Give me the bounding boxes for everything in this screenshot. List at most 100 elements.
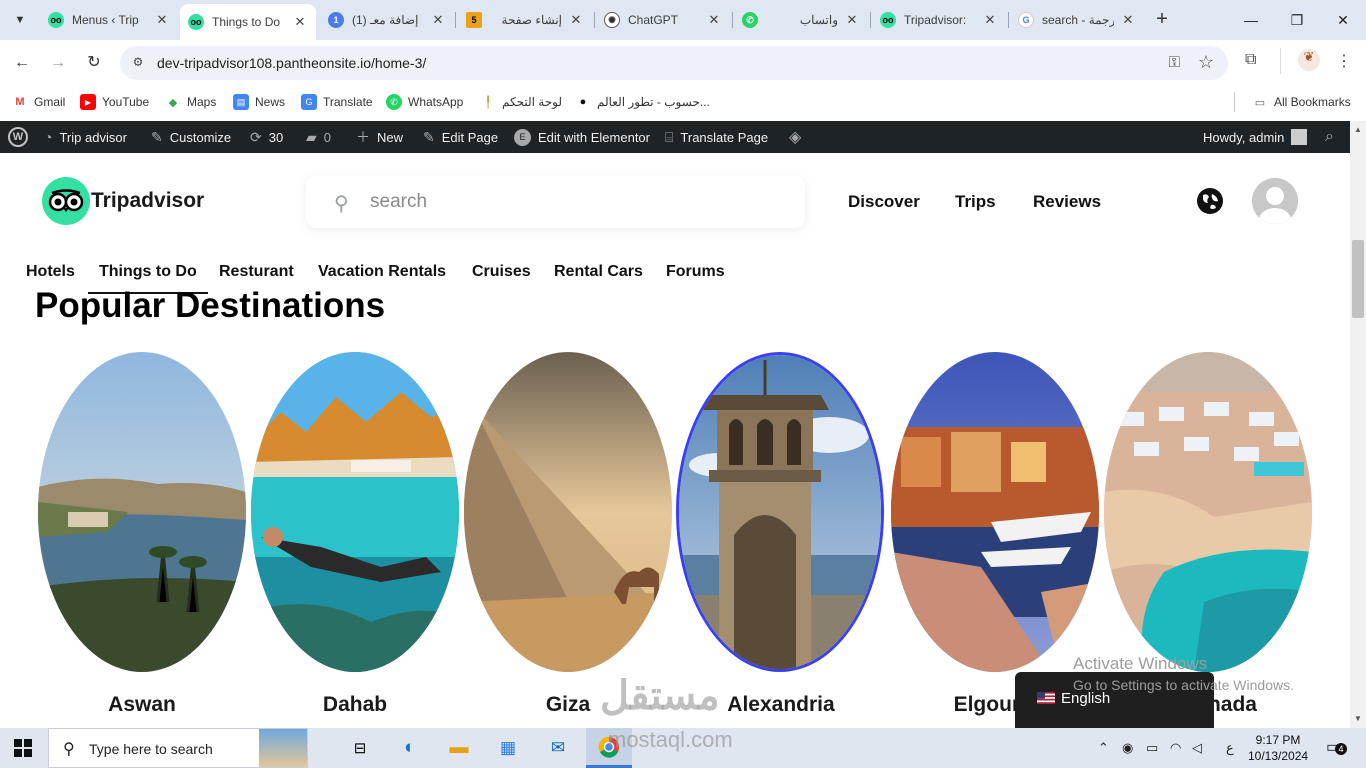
subnav-things-to-do[interactable]: Things to Do	[99, 263, 197, 281]
bookmark-translate[interactable]: G Translate	[301, 94, 373, 110]
tab-separator	[732, 12, 733, 28]
close-icon[interactable]: ✕	[706, 12, 722, 28]
bookmark-hsoub[interactable]: ● حسوب - تطور العالم...	[575, 94, 710, 110]
extensions-icon[interactable]: ⧉	[1245, 51, 1256, 69]
tab-notification[interactable]: 1 (1) إضافة معـ ✕	[320, 6, 454, 34]
tripadvisor-owl-icon[interactable]	[42, 177, 90, 225]
menu-kebab-icon[interactable]: ⋮	[1336, 51, 1352, 71]
tab-separator	[870, 12, 871, 28]
url-text[interactable]: dev-tripadvisor108.pantheonsite.io/home-…	[157, 55, 426, 71]
store-icon[interactable]: ▦	[496, 736, 520, 760]
file-explorer-icon[interactable]: ▬	[447, 736, 471, 760]
admin-search-icon[interactable]: ⌕	[1325, 121, 1341, 153]
tray-chevron-icon[interactable]: ⌃	[1098, 740, 1109, 756]
admin-account[interactable]: Howdy, admin	[1203, 121, 1308, 153]
tab-things-to-do[interactable]: oo Things to Do ✕	[180, 4, 316, 40]
page-scrollbar[interactable]	[1350, 121, 1366, 728]
tab-title: واتساب	[799, 13, 838, 27]
user-avatar[interactable]	[1252, 178, 1298, 224]
admin-new[interactable]: ＋ New	[356, 121, 403, 153]
admin-translate[interactable]: ⌸ Translate Page	[665, 121, 768, 153]
gmail-icon: M	[15, 96, 25, 108]
wifi-icon[interactable]: ◠	[1170, 740, 1181, 756]
destination-image-giza[interactable]	[464, 352, 672, 672]
site-logo-text[interactable]: Tripadvisor	[91, 189, 204, 213]
destination-image-alexandria[interactable]	[676, 352, 884, 672]
bookmark-dashboard[interactable]: ╿ لوحة التحكم	[480, 94, 562, 110]
restore-button[interactable]: ❐	[1274, 0, 1320, 40]
subnav-vacation-rentals[interactable]: Vacation Rentals	[318, 263, 446, 281]
nav-trips[interactable]: Trips	[955, 192, 996, 212]
search-input[interactable]	[370, 188, 770, 216]
mail-icon[interactable]: ✉	[546, 736, 570, 760]
admin-comments[interactable]: ▰ 0	[306, 121, 331, 153]
address-bar[interactable]: ⚙ dev-tripadvisor108.pantheonsite.io/hom…	[120, 46, 1228, 80]
tab-google-translate[interactable]: G search - ترجمة ✕	[1010, 6, 1144, 34]
bookmark-news[interactable]: ▤ News	[233, 94, 285, 110]
close-icon[interactable]: ✕	[292, 14, 308, 30]
nav-discover[interactable]: Discover	[848, 192, 920, 212]
key-icon[interactable]: ⚿	[1169, 54, 1180, 71]
admin-updates[interactable]: ⟳ 30	[250, 121, 283, 153]
taskbar-clock[interactable]: 9:17 PM 10/13/2024	[1248, 732, 1308, 764]
back-button[interactable]: ←	[10, 51, 34, 75]
tray-meet-icon[interactable]: ◉	[1122, 740, 1133, 756]
destination-image-dahab[interactable]	[251, 352, 459, 672]
admin-diamond-icon[interactable]: ◈	[789, 121, 808, 153]
subnav-forums[interactable]: Forums	[666, 263, 725, 281]
bookmark-whatsapp[interactable]: ✆ WhatsApp	[386, 94, 463, 110]
battery-icon[interactable]: ▭	[1146, 740, 1158, 756]
subnav-cruises[interactable]: Cruises	[472, 263, 531, 281]
close-icon[interactable]: ✕	[568, 12, 584, 28]
bookmark-maps[interactable]: ◆ Maps	[165, 94, 217, 110]
scroll-thumb[interactable]	[1352, 240, 1364, 318]
admin-site-link[interactable]: ◔ Trip advisor	[44, 121, 127, 153]
volume-icon[interactable]: ◁	[1192, 740, 1202, 756]
tab-search-icon[interactable]: ▼	[8, 8, 32, 32]
edge-icon[interactable]: ◐	[398, 736, 422, 760]
wordpress-logo-icon[interactable]: W	[8, 121, 28, 153]
scroll-down-arrow[interactable]: ▼	[1350, 712, 1366, 726]
destination-name-dahab[interactable]: Dahab	[251, 693, 459, 717]
destination-image-hurghada[interactable]	[1104, 352, 1312, 672]
notification-center-icon[interactable]: ▭ 4	[1326, 737, 1347, 757]
new-tab-button[interactable]: +	[1150, 8, 1174, 32]
scroll-up-arrow[interactable]: ▲	[1350, 123, 1366, 137]
admin-edit-page[interactable]: ✎ Edit Page	[423, 121, 498, 153]
subnav-rental-cars[interactable]: Rental Cars	[554, 263, 643, 281]
destination-image-aswan[interactable]	[38, 352, 246, 672]
close-icon[interactable]: ✕	[154, 12, 170, 28]
minimize-button[interactable]: —	[1228, 0, 1274, 40]
bookmark-youtube[interactable]: ▶ YouTube	[80, 94, 149, 110]
admin-customize[interactable]: ✎ Customize	[151, 121, 231, 153]
site-settings-icon[interactable]: ⚙	[130, 55, 146, 71]
bookmark-gmail[interactable]: M Gmail	[12, 94, 65, 110]
close-window-button[interactable]: ✕	[1320, 0, 1366, 40]
close-icon[interactable]: ✕	[430, 12, 446, 28]
tripadvisor-owl-icon: oo	[188, 14, 204, 30]
globe-icon[interactable]	[1197, 188, 1223, 214]
all-bookmarks[interactable]: ▭ All Bookmarks	[1252, 94, 1351, 110]
profile-avatar[interactable]: ❦	[1298, 49, 1320, 71]
admin-elementor[interactable]: E Edit with Elementor	[514, 121, 650, 153]
bookmark-star-icon[interactable]: ☆	[1198, 52, 1214, 73]
tab-create-page[interactable]: 5 إنشاء صفحة ✕	[458, 6, 592, 34]
destination-image-elgouna[interactable]	[891, 352, 1099, 672]
tab-chatgpt[interactable]: ✺ ChatGPT ✕	[596, 6, 730, 34]
tab-menus[interactable]: oo Menus ‹ Trip ✕	[40, 6, 178, 34]
forward-button[interactable]: →	[46, 51, 70, 75]
tab-whatsapp[interactable]: ✆ واتساب ✕	[734, 6, 868, 34]
reload-button[interactable]: ↻	[82, 51, 106, 75]
tab-tripadvisor[interactable]: oo Tripadvisor: ✕	[872, 6, 1006, 34]
windows-start-icon[interactable]	[14, 739, 32, 757]
nav-reviews[interactable]: Reviews	[1033, 192, 1101, 212]
taskbar-search[interactable]: ⚲ Type here to search	[48, 728, 308, 768]
task-view-icon[interactable]: ⊟	[348, 736, 372, 760]
destination-name-aswan[interactable]: Aswan	[38, 693, 246, 717]
close-icon[interactable]: ✕	[844, 12, 860, 28]
subnav-hotels[interactable]: Hotels	[26, 263, 75, 281]
input-language[interactable]: ع	[1226, 740, 1234, 756]
subnav-resturant[interactable]: Resturant	[219, 263, 294, 281]
close-icon[interactable]: ✕	[1120, 12, 1136, 28]
close-icon[interactable]: ✕	[982, 12, 998, 28]
